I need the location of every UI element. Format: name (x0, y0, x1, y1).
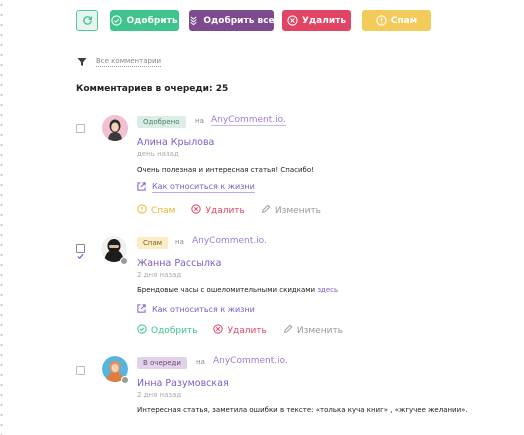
spam-action-label: Спам (151, 205, 176, 216)
avatar (102, 115, 128, 141)
left-edge-dots (0, 0, 3, 435)
exclamation-circle-icon (376, 15, 387, 26)
pencil-icon (261, 204, 271, 217)
comment-time: день назад (137, 150, 179, 158)
check-circle-icon (137, 324, 147, 337)
comment-checkbox[interactable] (76, 244, 85, 260)
comment-text-body: Брендовые часы с ошеломительными скидкам… (137, 286, 316, 294)
on-label: на (196, 358, 205, 366)
double-chevron-icon (188, 15, 199, 26)
refresh-icon (82, 15, 93, 26)
status-badge: В очереди (137, 357, 187, 369)
status-badge: Спам (137, 237, 169, 249)
edit-action[interactable]: Изменить (261, 204, 321, 217)
avatar-status-dot (121, 376, 129, 384)
comments-filter[interactable]: Все комментарии (77, 52, 162, 71)
x-circle-icon (191, 204, 202, 217)
approve-all-button-label: Одобрить все (203, 15, 275, 26)
comment-author[interactable]: Жанна Рассылка (137, 258, 221, 269)
comment-text: Брендовые часы с ошеломительными скидкам… (137, 286, 338, 294)
comment-author[interactable]: Инна Разумовская (137, 378, 229, 389)
approve-button[interactable]: Одобрить (110, 10, 179, 31)
site-link[interactable]: AnyComment.io. (192, 236, 267, 246)
delete-button-label: Удалить (301, 15, 347, 26)
check-circle-icon (111, 15, 123, 26)
on-label: на (175, 238, 184, 246)
delete-action[interactable]: Удалить (191, 204, 245, 217)
approve-all-button[interactable]: Одобрить все (188, 10, 275, 31)
site-link[interactable]: AnyComment.io. (211, 115, 286, 126)
delete-action-label: Удалить (205, 205, 245, 216)
comment-actions: Одобрить Удалить Изменить (137, 324, 359, 337)
delete-button[interactable]: Удалить (282, 10, 351, 31)
x-circle-icon (213, 324, 224, 337)
approve-button-label: Одобрить (126, 15, 178, 26)
comment-actions: Спам Удалить Изменить (137, 204, 337, 217)
on-label: на (195, 117, 204, 125)
site-link[interactable]: AnyComment.io. (213, 356, 288, 366)
pencil-icon (283, 324, 293, 337)
delete-action[interactable]: Удалить (213, 324, 267, 337)
comment-inline-link[interactable]: здесь (317, 286, 338, 294)
comment-checkbox[interactable] (76, 124, 85, 133)
page-link[interactable]: Как относиться к жизни (137, 304, 255, 315)
x-circle-icon (287, 15, 298, 26)
page-link[interactable]: Как относиться к жизни (137, 182, 255, 193)
refresh-button[interactable] (76, 10, 98, 31)
comment-time: 2 дня назад (137, 391, 182, 399)
queue-count-title: Комментариев в очереди: 25 (76, 84, 229, 94)
comment-text: Интересная статья, заметила ошибки в тек… (137, 406, 468, 414)
edit-action[interactable]: Изменить (283, 324, 343, 337)
page-link-label: Как относиться к жизни (152, 182, 255, 193)
spam-button-label: Спам (390, 15, 418, 26)
exclamation-circle-icon (137, 204, 147, 217)
comment-author[interactable]: Алина Крылова (137, 137, 214, 148)
spam-button[interactable]: Спам (362, 10, 431, 31)
delete-action-label: Удалить (227, 325, 267, 336)
comment-checkbox[interactable] (76, 366, 85, 375)
filter-label[interactable]: Все комментарии (96, 56, 162, 67)
filter-funnel-icon (77, 52, 87, 71)
approve-action-label: Одобрить (151, 325, 198, 336)
spam-action[interactable]: Спам (137, 204, 175, 217)
edit-action-label: Изменить (274, 205, 321, 216)
external-link-icon (137, 182, 146, 193)
avatar-status-dot (120, 257, 128, 265)
external-link-icon (137, 304, 146, 315)
comment-text: Очень полезная и интересная статья! Спас… (137, 166, 314, 174)
approve-action[interactable]: Одобрить (137, 324, 197, 337)
comment-time: 2 дня назад (137, 271, 182, 279)
page-link-label: Как относиться к жизни (152, 304, 255, 314)
status-badge: Одобрено (137, 116, 186, 128)
checkmark-icon (77, 253, 84, 260)
edit-action-label: Изменить (296, 325, 343, 336)
